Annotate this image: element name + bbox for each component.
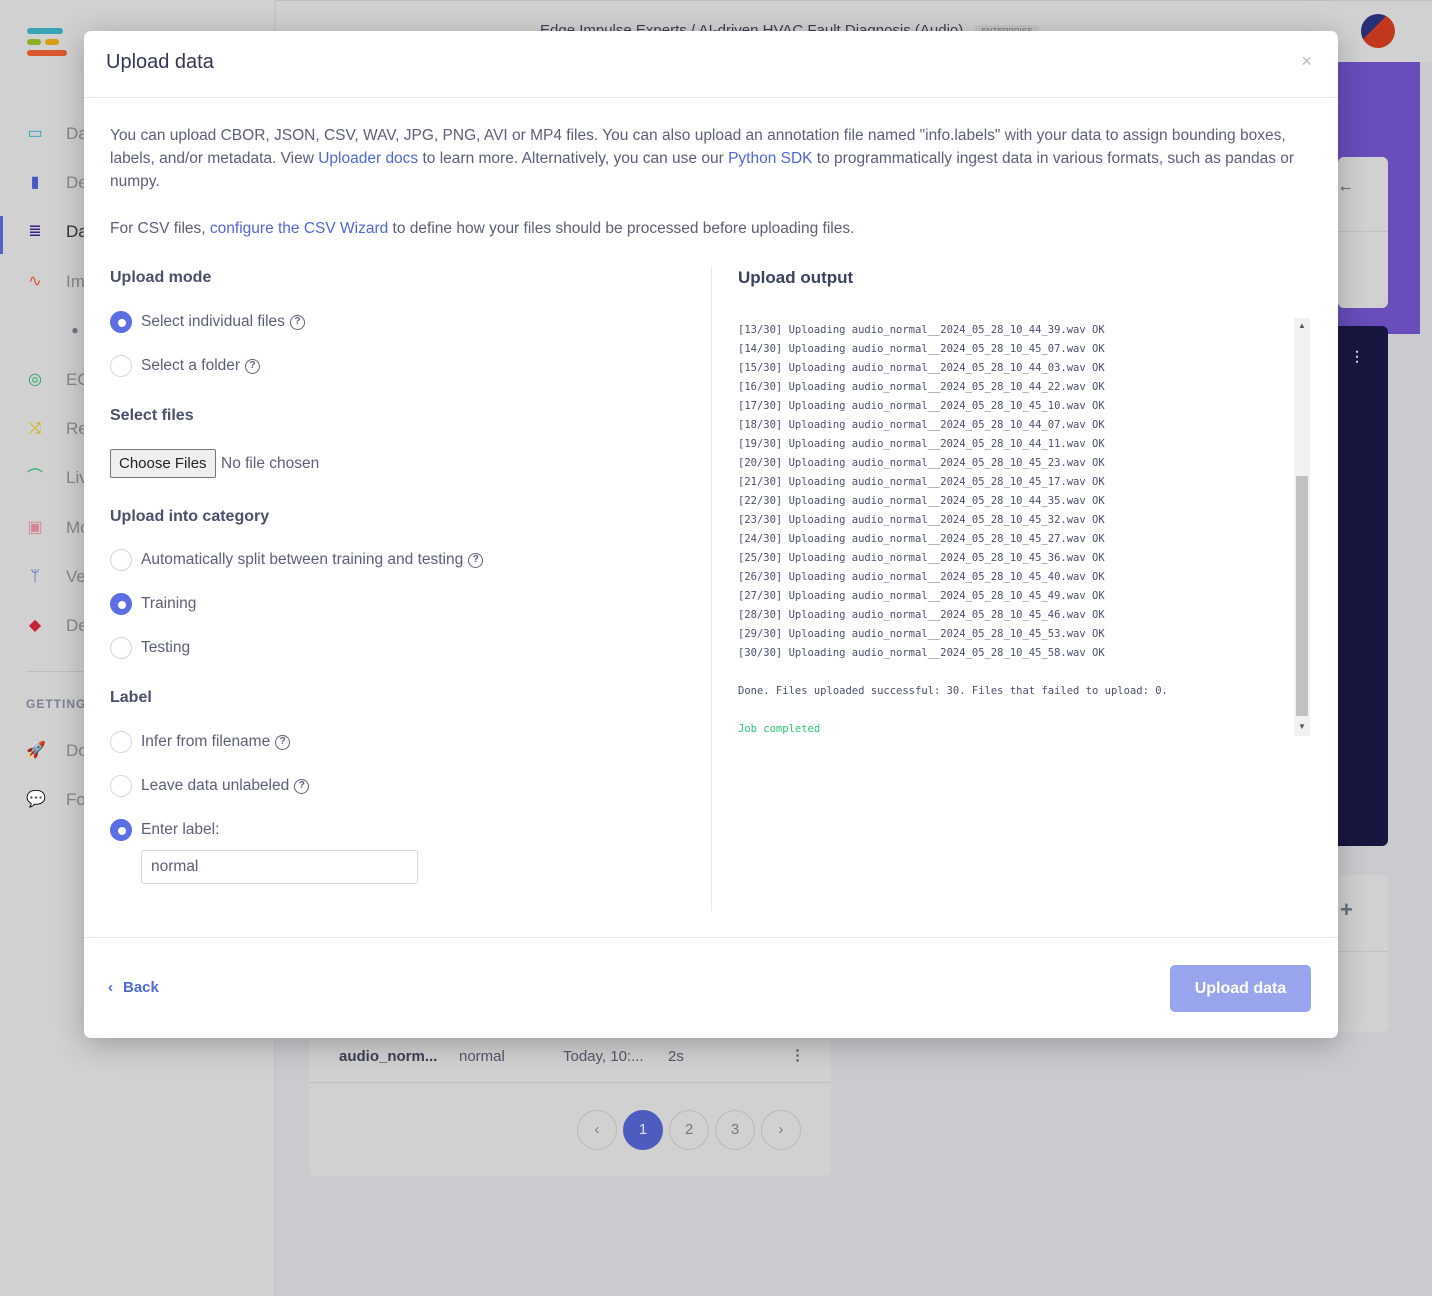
- close-icon[interactable]: ×: [1301, 51, 1312, 72]
- log-line: [14/30] Uploading audio_normal__2024_05_…: [738, 343, 1105, 355]
- radio-training[interactable]: Training: [110, 593, 196, 615]
- python-sdk-link[interactable]: Python SDK: [728, 150, 812, 167]
- radio-testing[interactable]: Testing: [110, 637, 190, 659]
- file-status: No file chosen: [221, 455, 320, 472]
- help-icon[interactable]: ?: [275, 734, 291, 750]
- log-line: [26/30] Uploading audio_normal__2024_05_…: [738, 571, 1105, 583]
- footer-divider: [84, 937, 1338, 938]
- log-line: [18/30] Uploading audio_normal__2024_05_…: [738, 419, 1105, 431]
- help-icon[interactable]: ?: [245, 358, 261, 374]
- modal-header: Upload data ×: [84, 31, 1338, 98]
- label-input[interactable]: [141, 850, 418, 884]
- back-button[interactable]: ‹ Back: [108, 979, 159, 996]
- log-line: [30/30] Uploading audio_normal__2024_05_…: [738, 647, 1105, 659]
- help-icon[interactable]: ?: [468, 552, 484, 568]
- radio-unchecked[interactable]: [110, 731, 132, 753]
- scroll-up-icon[interactable]: ▲: [1294, 321, 1310, 330]
- log-line: [20/30] Uploading audio_normal__2024_05_…: [738, 457, 1105, 469]
- radio-individual-files[interactable]: Select individual files?: [110, 311, 305, 333]
- choose-files-button[interactable]: Choose Files: [110, 449, 216, 478]
- radio-infer-filename[interactable]: Infer from filename?: [110, 731, 291, 753]
- upload-mode-heading: Upload mode: [110, 269, 212, 286]
- column-divider: [711, 266, 712, 911]
- radio-unchecked[interactable]: [110, 637, 132, 659]
- upload-output-heading: Upload output: [738, 268, 854, 287]
- log-line: [19/30] Uploading audio_normal__2024_05_…: [738, 438, 1105, 450]
- log-line: [21/30] Uploading audio_normal__2024_05_…: [738, 476, 1105, 488]
- log-line: [28/30] Uploading audio_normal__2024_05_…: [738, 609, 1105, 621]
- log-line: [17/30] Uploading audio_normal__2024_05_…: [738, 400, 1105, 412]
- help-icon[interactable]: ?: [289, 314, 305, 330]
- radio-unlabeled[interactable]: Leave data unlabeled?: [110, 775, 310, 797]
- upload-data-button[interactable]: Upload data: [1170, 965, 1311, 1012]
- select-files-heading: Select files: [110, 407, 194, 424]
- radio-unchecked[interactable]: [110, 355, 132, 377]
- uploader-docs-link[interactable]: Uploader docs: [318, 150, 418, 167]
- radio-unchecked[interactable]: [110, 775, 132, 797]
- radio-auto-split[interactable]: Automatically split between training and…: [110, 549, 484, 571]
- scrollbar-thumb[interactable]: [1296, 476, 1308, 716]
- upload-output-log[interactable]: [13/30] Uploading audio_normal__2024_05_…: [738, 318, 1310, 736]
- log-line: [22/30] Uploading audio_normal__2024_05_…: [738, 495, 1105, 507]
- log-line: [24/30] Uploading audio_normal__2024_05_…: [738, 533, 1105, 545]
- scroll-down-icon[interactable]: ▼: [1294, 722, 1310, 731]
- radio-folder[interactable]: Select a folder?: [110, 355, 261, 377]
- log-status: Job completed: [738, 723, 821, 735]
- category-heading: Upload into category: [110, 508, 270, 525]
- log-line: [23/30] Uploading audio_normal__2024_05_…: [738, 514, 1105, 526]
- upload-data-modal: Upload data × You can upload CBOR, JSON,…: [84, 31, 1338, 1038]
- log-line: [29/30] Uploading audio_normal__2024_05_…: [738, 628, 1105, 640]
- csv-wizard-link[interactable]: configure the CSV Wizard: [210, 220, 388, 237]
- log-line: [16/30] Uploading audio_normal__2024_05_…: [738, 381, 1105, 393]
- csv-text: For CSV files, configure the CSV Wizard …: [110, 220, 855, 237]
- log-line: [25/30] Uploading audio_normal__2024_05_…: [738, 552, 1105, 564]
- log-line: [13/30] Uploading audio_normal__2024_05_…: [738, 324, 1105, 336]
- log-lines: [13/30] Uploading audio_normal__2024_05_…: [738, 321, 1168, 736]
- radio-checked[interactable]: [110, 593, 132, 615]
- chevron-left-icon: ‹: [108, 979, 113, 996]
- modal-title: Upload data: [106, 51, 214, 73]
- log-line: [27/30] Uploading audio_normal__2024_05_…: [738, 590, 1105, 602]
- radio-checked[interactable]: [110, 311, 132, 333]
- help-icon[interactable]: ?: [294, 778, 310, 794]
- radio-unchecked[interactable]: [110, 549, 132, 571]
- log-summary: Done. Files uploaded successful: 30. Fil…: [738, 685, 1168, 697]
- radio-checked[interactable]: [110, 819, 132, 841]
- intro-text: You can upload CBOR, JSON, CSV, WAV, JPG…: [110, 127, 1295, 190]
- radio-enter-label[interactable]: Enter label:: [110, 819, 219, 841]
- scrollbar[interactable]: ▲ ▼: [1294, 318, 1310, 736]
- log-line: [15/30] Uploading audio_normal__2024_05_…: [738, 362, 1105, 374]
- label-heading: Label: [110, 689, 152, 706]
